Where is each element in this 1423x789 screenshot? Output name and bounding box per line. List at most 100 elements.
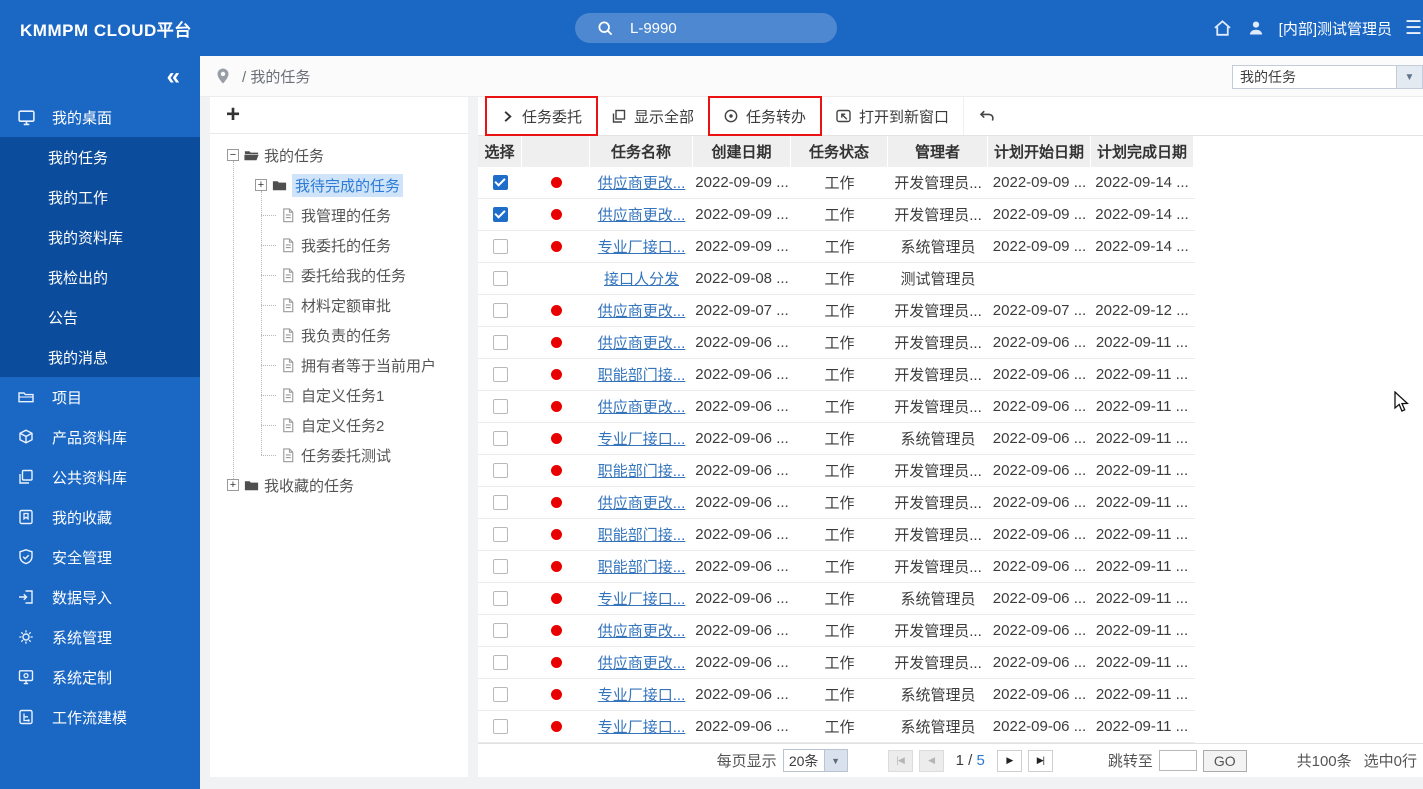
global-search-input[interactable]: L-9990 — [575, 13, 837, 43]
sidebar-item-system-management[interactable]: 系统管理 — [0, 617, 200, 657]
row-checkbox[interactable] — [493, 207, 508, 222]
expander-minus-icon[interactable]: − — [227, 149, 239, 161]
row-checkbox[interactable] — [493, 367, 508, 382]
header-task-status[interactable]: 任务状态 — [791, 136, 888, 167]
task-name-link[interactable]: 供应商更改... — [598, 300, 686, 321]
go-button[interactable]: GO — [1203, 750, 1247, 772]
sidebar-item-projects[interactable]: 项目 — [0, 377, 200, 417]
task-name-link[interactable]: 职能部门接... — [598, 364, 686, 385]
header-plan-start[interactable]: 计划开始日期 — [988, 136, 1091, 167]
tree-node-tasks-to-complete[interactable]: + 我待完成的任务 — [210, 170, 468, 200]
expander-plus-icon[interactable]: + — [255, 179, 267, 191]
row-checkbox[interactable] — [493, 655, 508, 670]
sidebar-item-data-import[interactable]: 数据导入 — [0, 577, 200, 617]
created-date-cell: 2022-09-06 ... — [693, 423, 791, 454]
sidebar-item-system-customization[interactable]: 系统定制 — [0, 657, 200, 697]
sidebar-item-security[interactable]: 安全管理 — [0, 537, 200, 577]
chevron-down-icon[interactable]: ▼ — [1396, 66, 1422, 88]
task-name-link[interactable]: 供应商更改... — [598, 396, 686, 417]
row-checkbox[interactable] — [493, 527, 508, 542]
sidebar-item-favorites[interactable]: 我的收藏 — [0, 497, 200, 537]
sidebar-item-my-desktop[interactable]: 我的桌面 — [0, 97, 200, 137]
task-name-link[interactable]: 职能部门接... — [598, 460, 686, 481]
header-select[interactable]: 选择 — [478, 136, 522, 167]
task-name-link[interactable]: 专业厂接口... — [598, 588, 686, 609]
per-page-select[interactable]: 20条 ▼ — [783, 749, 848, 772]
task-name-link[interactable]: 供应商更改... — [598, 620, 686, 641]
tree-node-owner-equals-current-user[interactable]: 拥有者等于当前用户 — [210, 350, 468, 380]
tree-add-button[interactable]: + — [210, 97, 468, 134]
task-name-link[interactable]: 专业厂接口... — [598, 716, 686, 737]
manager-cell: 开发管理员... — [888, 519, 988, 550]
created-date-cell: 2022-09-06 ... — [693, 391, 791, 422]
tree-node-tasks-i-delegated[interactable]: 我委托的任务 — [210, 230, 468, 260]
header-task-name[interactable]: 任务名称 — [590, 136, 693, 167]
show-all-button[interactable]: 显示全部 — [597, 97, 709, 135]
row-checkbox[interactable] — [493, 623, 508, 638]
sidebar-item-public-library[interactable]: 公共资料库 — [0, 457, 200, 497]
task-name-link[interactable]: 供应商更改... — [598, 332, 686, 353]
sidebar-item-my-messages[interactable]: 我的消息 — [0, 337, 200, 377]
sidebar-item-my-work[interactable]: 我的工作 — [0, 177, 200, 217]
sidebar-item-product-library[interactable]: 产品资料库 — [0, 417, 200, 457]
open-in-new-window-button[interactable]: 打开到新窗口 — [821, 97, 964, 135]
row-checkbox[interactable] — [493, 591, 508, 606]
view-select[interactable]: 我的任务 ▼ — [1232, 65, 1423, 89]
tree-node-task-delegation-test[interactable]: 任务委托测试 — [210, 440, 468, 470]
tree-node-material-quota-approval[interactable]: 材料定额审批 — [210, 290, 468, 320]
row-checkbox[interactable] — [493, 399, 508, 414]
header-flag[interactable] — [522, 136, 590, 167]
chevron-down-icon[interactable]: ▼ — [825, 749, 848, 772]
user-icon[interactable] — [1246, 18, 1266, 38]
sidebar-item-my-library[interactable]: 我的资料库 — [0, 217, 200, 257]
task-name-link[interactable]: 专业厂接口... — [598, 684, 686, 705]
task-name-link[interactable]: 供应商更改... — [598, 204, 686, 225]
task-name-link[interactable]: 供应商更改... — [598, 172, 686, 193]
next-page-button[interactable]: ▶ — [997, 750, 1022, 772]
tree-node-tasks-delegated-to-me[interactable]: 委托给我的任务 — [210, 260, 468, 290]
row-checkbox[interactable] — [493, 559, 508, 574]
row-checkbox[interactable] — [493, 239, 508, 254]
row-checkbox[interactable] — [493, 271, 508, 286]
tree-node-tasks-i-am-responsible[interactable]: 我负责的任务 — [210, 320, 468, 350]
task-name-link[interactable]: 供应商更改... — [598, 492, 686, 513]
row-checkbox[interactable] — [493, 431, 508, 446]
task-name-link[interactable]: 职能部门接... — [598, 556, 686, 577]
header-created-date[interactable]: 创建日期 — [693, 136, 791, 167]
task-name-link[interactable]: 专业厂接口... — [598, 428, 686, 449]
row-checkbox[interactable] — [493, 303, 508, 318]
tree-node-my-tasks[interactable]: − 我的任务 — [210, 140, 468, 170]
tree-node-tasks-i-manage[interactable]: 我管理的任务 — [210, 200, 468, 230]
task-name-link[interactable]: 专业厂接口... — [598, 236, 686, 257]
prev-page-button[interactable]: ◀ — [919, 750, 944, 772]
row-checkbox[interactable] — [493, 175, 508, 190]
header-manager[interactable]: 管理者 — [888, 136, 988, 167]
task-name-link[interactable]: 供应商更改... — [598, 652, 686, 673]
sidebar-item-workflow-modeling[interactable]: 工作流建模 — [0, 697, 200, 737]
header-plan-end[interactable]: 计划完成日期 — [1091, 136, 1193, 167]
first-page-button[interactable]: |◀ — [888, 750, 913, 772]
task-name-link[interactable]: 接口人分发 — [604, 268, 679, 289]
task-transfer-button[interactable]: 任务转办 — [709, 97, 821, 135]
tree-node-custom-task-2[interactable]: 自定义任务2 — [210, 410, 468, 440]
row-checkbox[interactable] — [493, 687, 508, 702]
hamburger-menu-icon[interactable]: ☰ — [1405, 17, 1423, 40]
row-checkbox[interactable] — [493, 719, 508, 734]
task-name-link[interactable]: 职能部门接... — [598, 524, 686, 545]
row-checkbox[interactable] — [493, 335, 508, 350]
undo-button[interactable] — [964, 97, 1009, 135]
sidebar-item-announcements[interactable]: 公告 — [0, 297, 200, 337]
tree-node-custom-task-1[interactable]: 自定义任务1 — [210, 380, 468, 410]
tree-node-my-favorite-tasks[interactable]: + 我收藏的任务 — [210, 470, 468, 500]
expander-plus-icon[interactable]: + — [227, 479, 239, 491]
jump-page-input[interactable] — [1159, 750, 1197, 771]
sidebar-collapse-button[interactable]: « — [0, 56, 200, 97]
sidebar-item-my-checkouts[interactable]: 我检出的 — [0, 257, 200, 297]
sidebar-item-my-tasks[interactable]: 我的任务 — [0, 137, 200, 177]
last-page-button[interactable]: ▶| — [1028, 750, 1053, 772]
task-delegate-button[interactable]: 任务委托 — [486, 97, 597, 135]
mouse-cursor — [1392, 391, 1412, 413]
home-icon[interactable] — [1212, 18, 1233, 39]
row-checkbox[interactable] — [493, 495, 508, 510]
row-checkbox[interactable] — [493, 463, 508, 478]
